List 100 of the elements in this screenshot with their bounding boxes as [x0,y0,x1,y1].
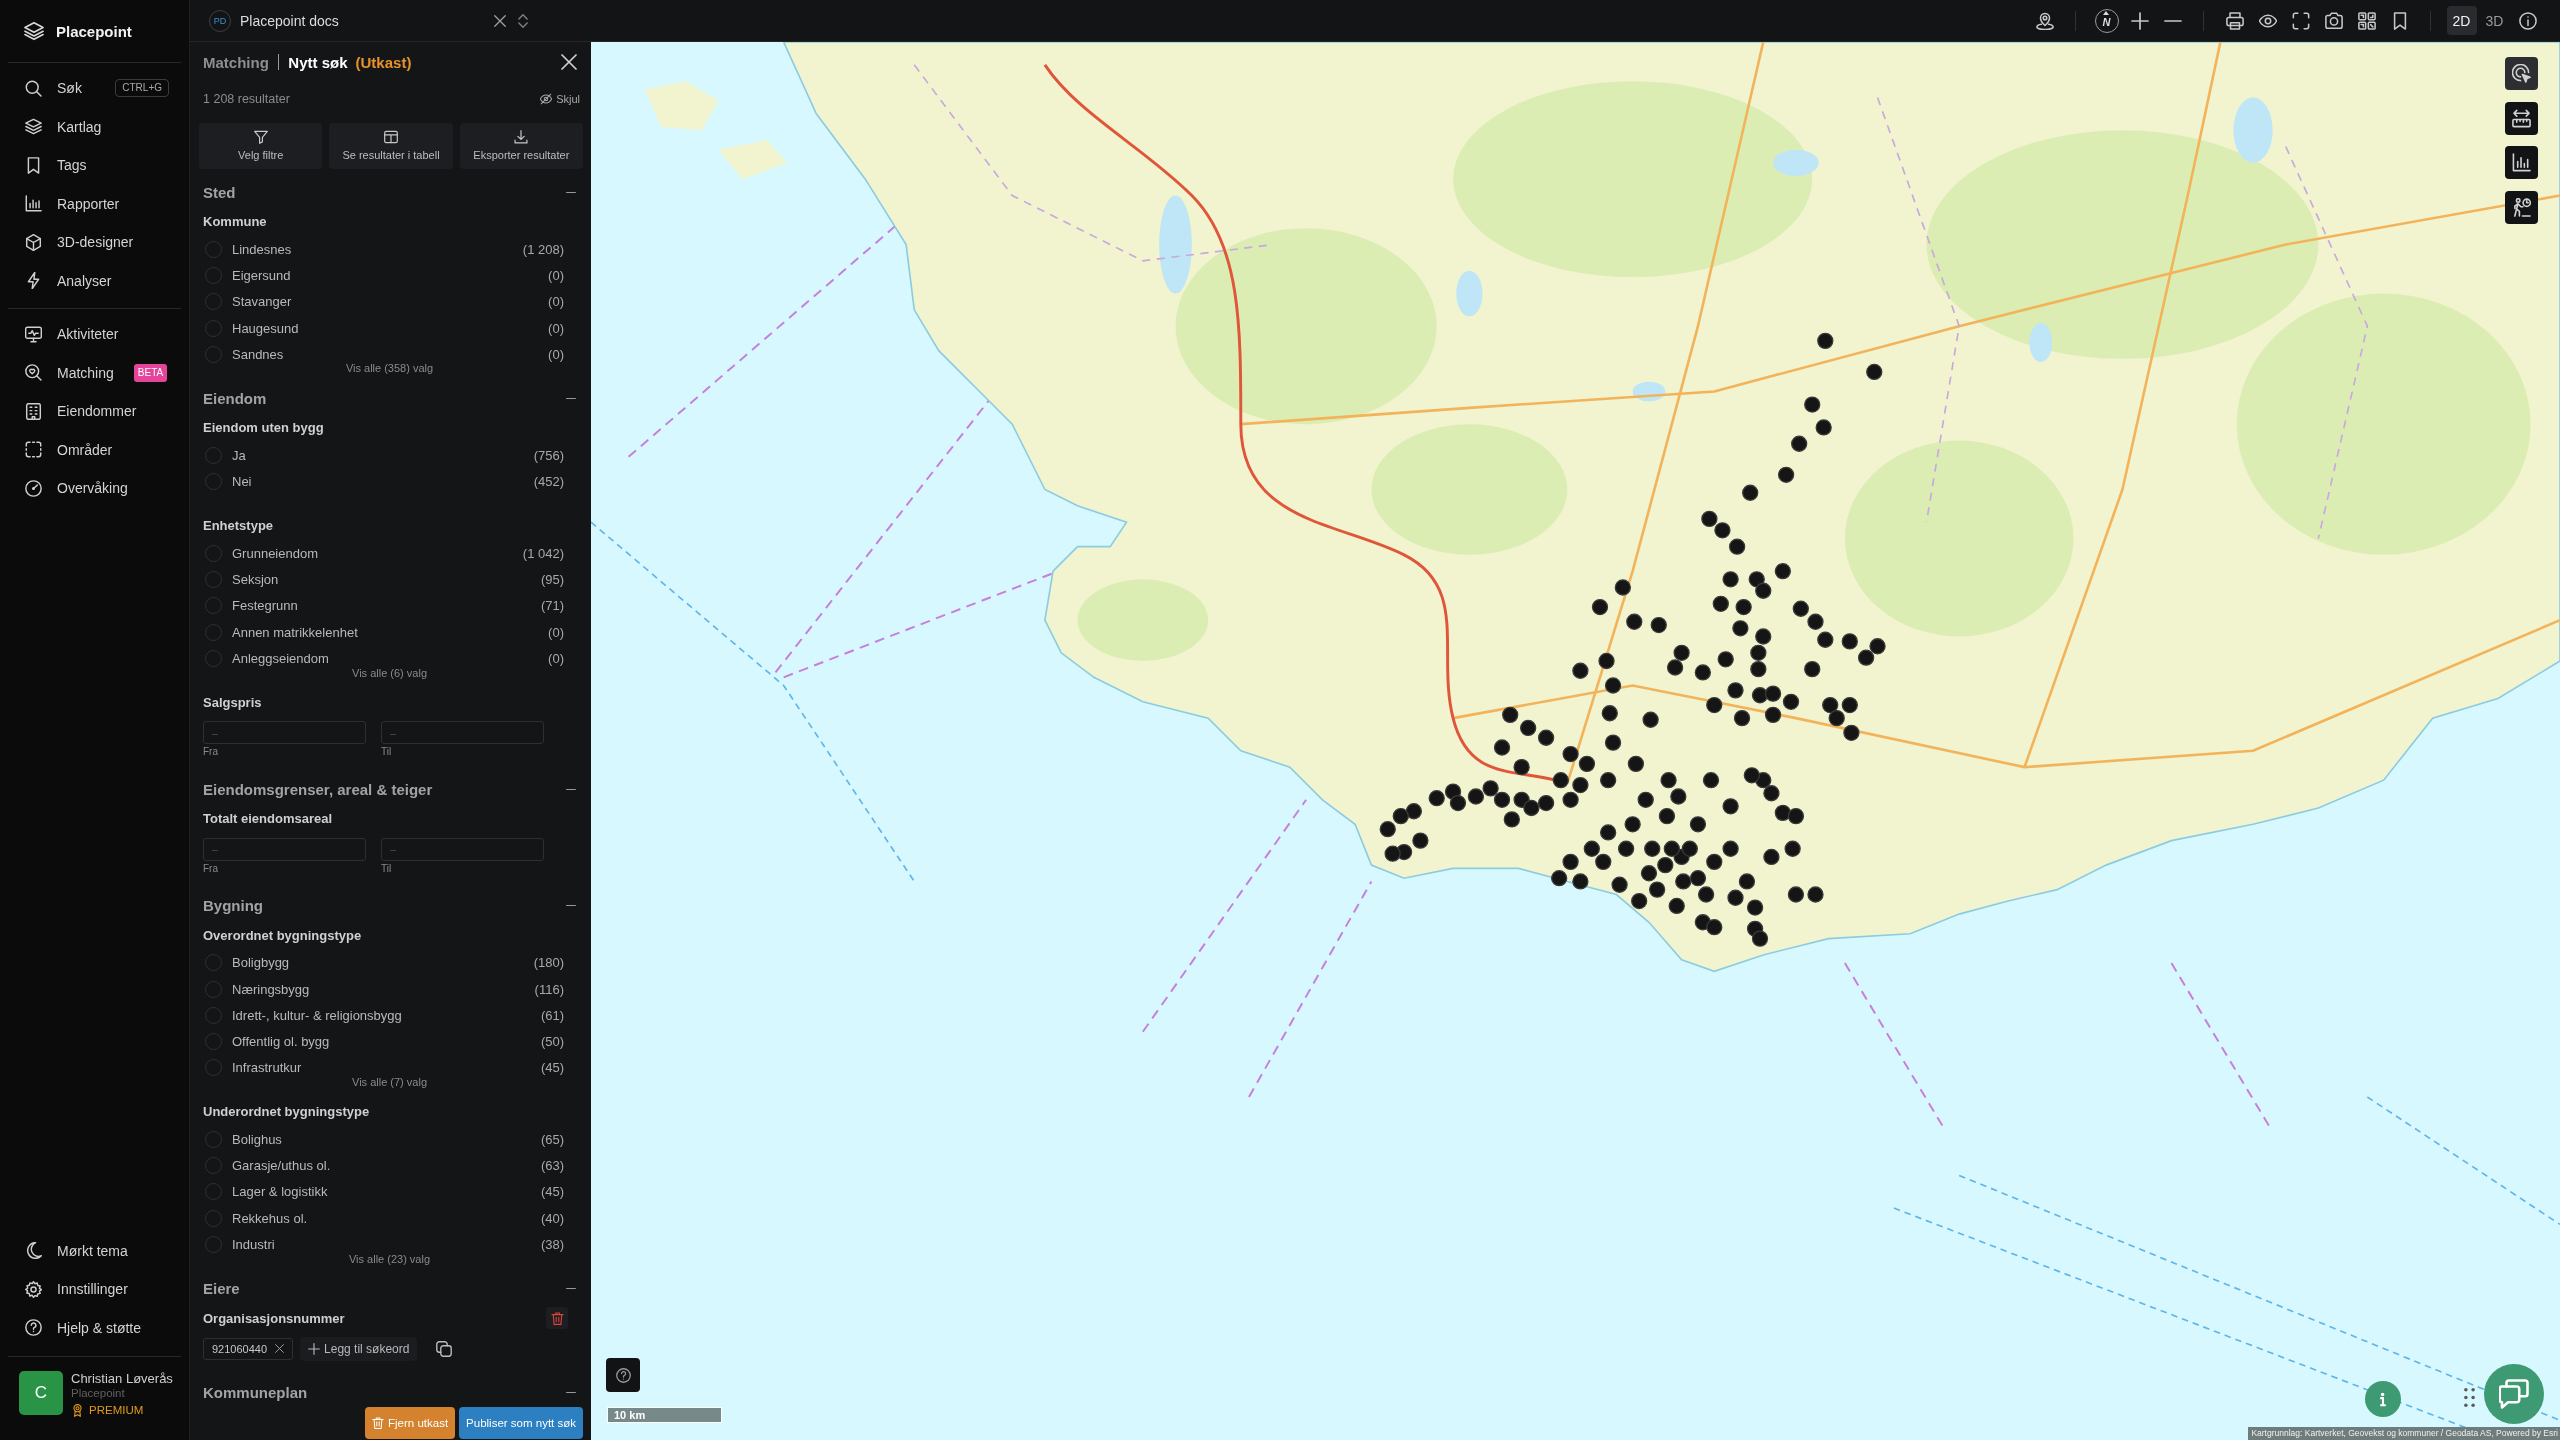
close-icon[interactable] [561,54,577,70]
collapse-icon[interactable] [566,397,576,400]
radio-button[interactable] [205,1033,222,1051]
radio-button[interactable] [205,345,222,363]
radio-button[interactable] [205,1183,222,1201]
option-count: (0) [548,267,564,283]
section-title[interactable]: Kommuneplan [203,1384,308,1402]
remove-icon[interactable] [275,1344,285,1354]
show-all-link[interactable]: Vis alle (6) valg [352,665,427,680]
input-field[interactable]: – [203,837,366,861]
option-count: (116) [534,981,564,997]
radio-button[interactable] [205,1157,222,1174]
nav-item[interactable]: Overvåking [25,479,128,497]
radio-button[interactable] [205,1130,222,1148]
nav-item[interactable]: Eiendommer [25,402,137,420]
eye-icon[interactable] [2258,11,2277,30]
radio-button[interactable] [205,1209,222,1227]
section-title[interactable]: Eiendomsgrenser, areal & teiger [203,780,433,798]
radio-button[interactable] [205,980,222,998]
map-tool-button[interactable] [2505,57,2538,90]
qr-code-icon[interactable] [2357,11,2376,30]
map-tool-button[interactable] [2505,101,2538,135]
radio-button[interactable] [205,1006,222,1024]
option-label: Annen matrikkelenhet [232,624,358,640]
workspace-title[interactable]: Placepoint docs [240,12,339,29]
nav-item[interactable]: Aktiviteter [25,325,119,343]
table-view-button[interactable]: Se resultater i tabell [329,123,453,169]
help-button[interactable] [606,1358,640,1392]
copy-icon[interactable] [436,1340,453,1357]
nav-item[interactable]: Områder [25,441,113,459]
hide-button[interactable]: Skjul [540,93,580,105]
option-label: Offentlig ol. bygg [232,1034,330,1050]
filter-button[interactable]: Velg filtre [199,123,323,169]
keyword-chip[interactable]: 921060440 [203,1337,294,1360]
map-tool-button[interactable] [2505,191,2538,225]
publish-button[interactable]: Publiser som nytt søk [459,1407,583,1439]
add-keyword-button[interactable]: Legg til søkeord [300,1336,418,1361]
show-all-link[interactable]: Vis alle (23) valg [348,1251,431,1266]
map-pin-icon[interactable] [2035,11,2054,30]
draft-status: (Utkast) [355,53,412,71]
option-count: (40) [540,1210,564,1226]
view-mode-tab[interactable]: 3D [2479,6,2510,35]
map-tool-button[interactable] [2505,146,2538,180]
nav-item[interactable]: Rapporter [25,195,120,213]
radio-button[interactable] [205,240,222,258]
radio-button[interactable] [205,266,222,284]
input-field[interactable]: – [381,721,544,745]
group-title: Overordnet bygningstype [203,927,362,943]
plus-icon[interactable] [2130,11,2149,30]
section-title[interactable]: Eiendom [203,390,267,407]
section-title[interactable]: Eiere [203,1280,240,1298]
radio-button[interactable] [205,447,222,465]
camera-icon[interactable] [2324,11,2343,30]
radio-button[interactable] [205,571,222,588]
printer-icon[interactable] [2225,11,2244,30]
nav-item[interactable]: Kartlag [25,118,102,136]
gauge-icon [25,479,42,497]
view-mode-tab[interactable]: 2D [2446,6,2477,35]
delete-button[interactable] [546,1307,568,1330]
radio-button[interactable] [205,293,222,311]
radio-button[interactable] [205,954,222,972]
radio-button[interactable] [205,1059,222,1077]
download-icon [514,130,529,144]
input-field[interactable]: – [381,837,544,861]
nav-item[interactable]: Mørkt tema [25,1242,128,1260]
group-title: Salgspris [203,694,262,710]
radio-button[interactable] [205,623,222,641]
radio-button[interactable] [205,1235,222,1253]
nav-item[interactable]: Tags [25,156,87,174]
section-title[interactable]: Bygning [203,897,263,915]
nav-item[interactable]: Søk [25,79,82,97]
section-title[interactable]: Sted [203,183,236,201]
close-icon[interactable] [494,14,506,27]
info-icon[interactable] [2518,11,2537,30]
radio-button[interactable] [205,473,222,491]
breadcrumb-link[interactable]: Matching [203,53,269,71]
collapse-icon[interactable] [566,904,576,908]
export-button[interactable]: Eksporter resultater [459,123,583,169]
radio-button[interactable] [205,544,222,562]
input-field[interactable]: – [203,721,366,745]
collapse-icon[interactable] [566,1287,576,1291]
grip-dots-icon[interactable] [2464,1388,2475,1407]
chevron-up-down-icon[interactable] [518,13,528,28]
fullscreen-icon[interactable] [2291,11,2310,30]
nav-item[interactable]: 3D-designer [25,233,134,251]
nav-item[interactable]: Matching [25,364,114,382]
nav-item[interactable]: Innstillinger [25,1280,128,1298]
collapse-icon[interactable] [566,190,576,194]
show-all-link[interactable]: Vis alle (358) valg [345,361,434,376]
show-all-link[interactable]: Vis alle (7) valg [352,1075,427,1090]
nav-item[interactable]: Analyser [25,272,112,290]
brand-name: Placepoint [56,22,132,40]
field-caption: Fra [203,862,218,875]
radio-button[interactable] [205,319,222,337]
collapse-icon[interactable] [566,787,576,791]
radio-button[interactable] [205,597,222,615]
radio-button[interactable] [205,649,222,667]
option-count: (180) [533,955,564,971]
nav-item[interactable]: Hjelp & støtte [25,1319,142,1337]
collapse-icon[interactable] [566,1391,576,1395]
